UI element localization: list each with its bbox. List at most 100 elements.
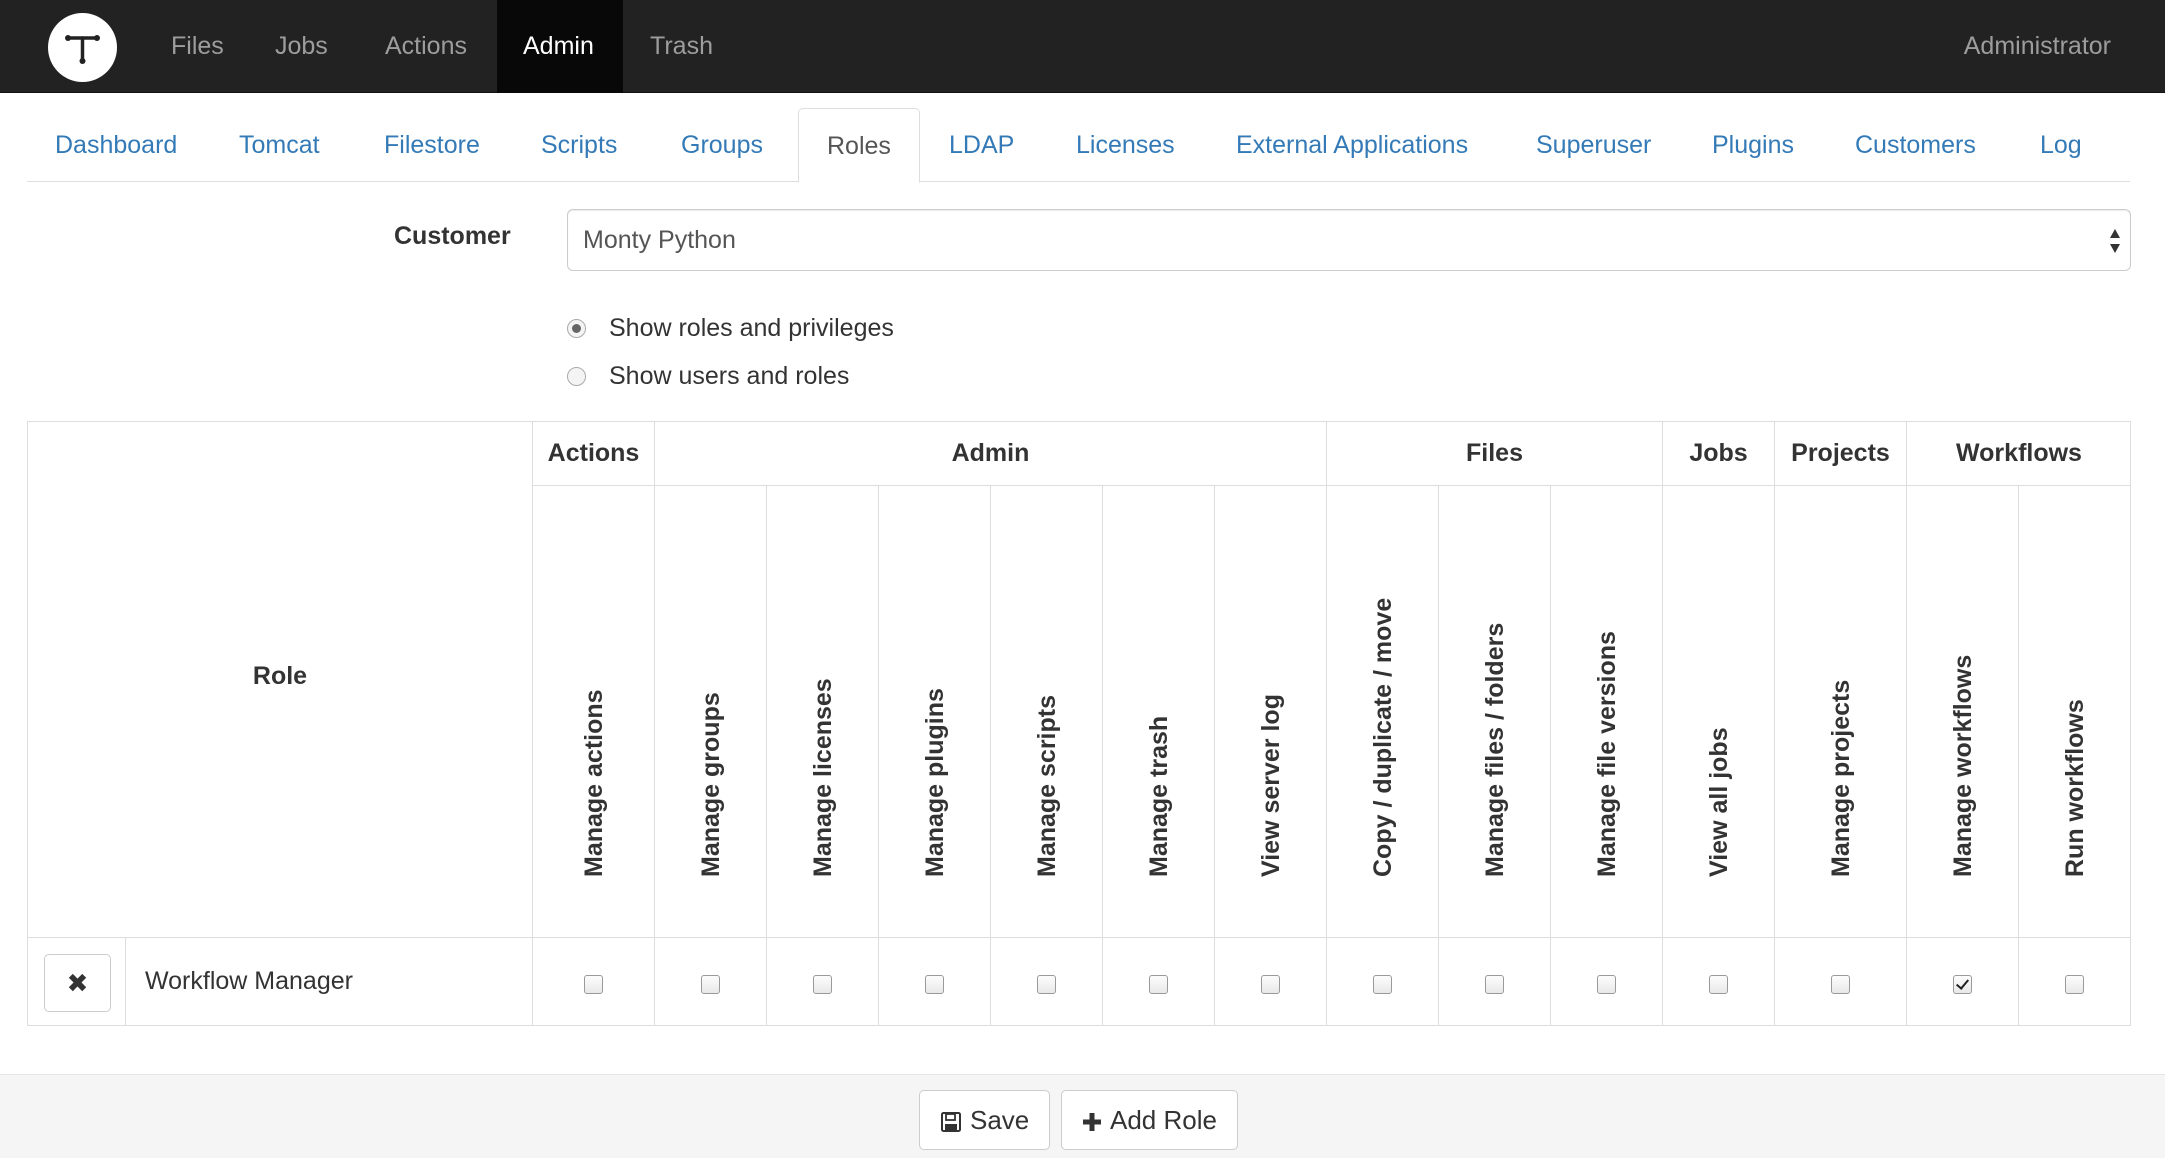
table-cell [1103,938,1215,1025]
radio-button[interactable] [567,319,586,338]
column-label: Manage actions [579,689,608,877]
user-menu[interactable]: Administrator [1964,0,2111,93]
column-header-copy-duplicate-move: Copy / duplicate / move [1327,486,1439,938]
role-name-cell: Workflow Manager [126,938,533,1025]
table-cell [991,938,1103,1025]
nav-admin[interactable]: Admin [497,0,623,93]
column-header-view-all-jobs: View all jobs [1663,486,1775,938]
nav-jobs[interactable]: Jobs [249,0,354,93]
customer-label: Customer [394,222,511,250]
radio-label: Show roles and privileges [609,314,894,342]
table-cell [1663,938,1775,1025]
tab-groups[interactable]: Groups [653,108,791,182]
table-cell [1907,938,2019,1025]
column-header-manage-groups: Manage groups [655,486,767,938]
tab-dashboard[interactable]: Dashboard [27,108,205,182]
save-icon [941,1112,961,1133]
column-label: Manage groups [696,692,725,877]
tab-roles[interactable]: Roles [798,108,920,183]
tab-plugins[interactable]: Plugins [1684,108,1822,182]
table-cell [2019,938,2131,1025]
role-header-label: Role [252,662,308,690]
nav-files[interactable]: Files [145,0,250,93]
group-header-actions: Actions [533,422,655,486]
save-button[interactable]: Save [919,1090,1050,1150]
privilege-checkbox[interactable] [812,975,832,994]
column-header-manage-plugins: Manage plugins [879,486,991,938]
add-role-button[interactable]: Add Role [1061,1090,1238,1150]
add-role-label: Add Role [1110,1105,1217,1135]
column-label: Manage workflows [1948,654,1977,877]
column-label: Manage licenses [808,678,837,877]
top-navbar: Files Jobs Actions Admin Trash Administr… [0,0,2165,93]
column-label: Copy / duplicate / move [1368,597,1397,877]
privilege-checkbox[interactable] [1148,975,1168,994]
app-logo[interactable] [48,13,117,82]
column-header-manage-workflows: Manage workflows [1907,486,2019,938]
column-label: Manage plugins [920,688,949,877]
table-cell [1775,938,1907,1025]
column-header-manage-scripts: Manage scripts [991,486,1103,938]
privilege-checkbox[interactable] [700,975,720,994]
privilege-checkbox[interactable] [1260,975,1280,994]
column-label: Manage file versions [1592,631,1621,877]
select-updown-icon [2110,229,2120,253]
save-label: Save [970,1105,1030,1135]
column-label: View server log [1256,694,1285,877]
tab-ldap[interactable]: LDAP [921,108,1042,182]
role-name: Workflow Manager [145,967,353,995]
group-header-workflows: Workflows [1907,422,2131,486]
nav-actions[interactable]: Actions [359,0,493,93]
table-cell [655,938,767,1025]
privilege-checkbox[interactable] [1952,975,1972,994]
tab-customers[interactable]: Customers [1827,108,2004,182]
group-header-admin: Admin [655,422,1327,486]
logo-t-icon [65,35,100,64]
column-header-manage-licenses: Manage licenses [767,486,879,938]
admin-tabs: Dashboard Tomcat Filestore Scripts Group… [27,108,2130,183]
column-label: Manage files / folders [1480,622,1509,877]
group-header-jobs: Jobs [1663,422,1775,486]
footer-bar: Save Add Role [0,1074,2165,1158]
tab-external-applications[interactable]: External Applications [1208,108,1496,182]
customer-select-value: Monty Python [583,226,736,254]
delete-cell: ✖ [28,938,126,1025]
column-header-run-workflows: Run workflows [2019,486,2131,938]
table-cell [879,938,991,1025]
tab-log[interactable]: Log [2012,108,2110,182]
delete-role-button[interactable]: ✖ [44,954,111,1012]
table-cell [533,938,655,1025]
column-label: Run workflows [2061,699,2089,877]
column-label: View all jobs [1704,727,1733,877]
column-header-manage-projects: Manage projects [1775,486,1907,938]
roles-table: Role Actions Admin Files Jobs Projects W… [27,421,2131,1026]
table-cell [1551,938,1663,1025]
privilege-checkbox[interactable] [583,975,603,994]
tab-superuser[interactable]: Superuser [1508,108,1679,182]
tab-tomcat[interactable]: Tomcat [211,108,348,182]
table-cell [1439,938,1551,1025]
tab-scripts[interactable]: Scripts [513,108,645,182]
customer-select[interactable]: Monty Python [567,209,2131,271]
privilege-checkbox[interactable] [1372,975,1392,994]
column-label: Manage trash [1144,715,1173,877]
radio-button[interactable] [567,367,586,386]
column-header-manage-trash: Manage trash [1103,486,1215,938]
privilege-checkbox[interactable] [2065,975,2084,994]
privilege-checkbox[interactable] [1036,975,1056,994]
tab-licenses[interactable]: Licenses [1048,108,1203,182]
role-column-header: Role [28,422,533,938]
tab-filestore[interactable]: Filestore [356,108,508,182]
close-icon: ✖ [66,968,89,998]
privilege-checkbox[interactable] [1830,975,1850,994]
column-label: Manage projects [1826,679,1855,877]
privilege-checkbox[interactable] [924,975,944,994]
column-header-view-server-log: View server log [1215,486,1327,938]
table-cell [767,938,879,1025]
nav-trash[interactable]: Trash [624,0,739,93]
radio-label: Show users and roles [609,362,850,390]
privilege-checkbox[interactable] [1484,975,1504,994]
privilege-checkbox[interactable] [1596,975,1616,994]
privilege-checkbox[interactable] [1708,975,1728,994]
table-cell [1215,938,1327,1025]
